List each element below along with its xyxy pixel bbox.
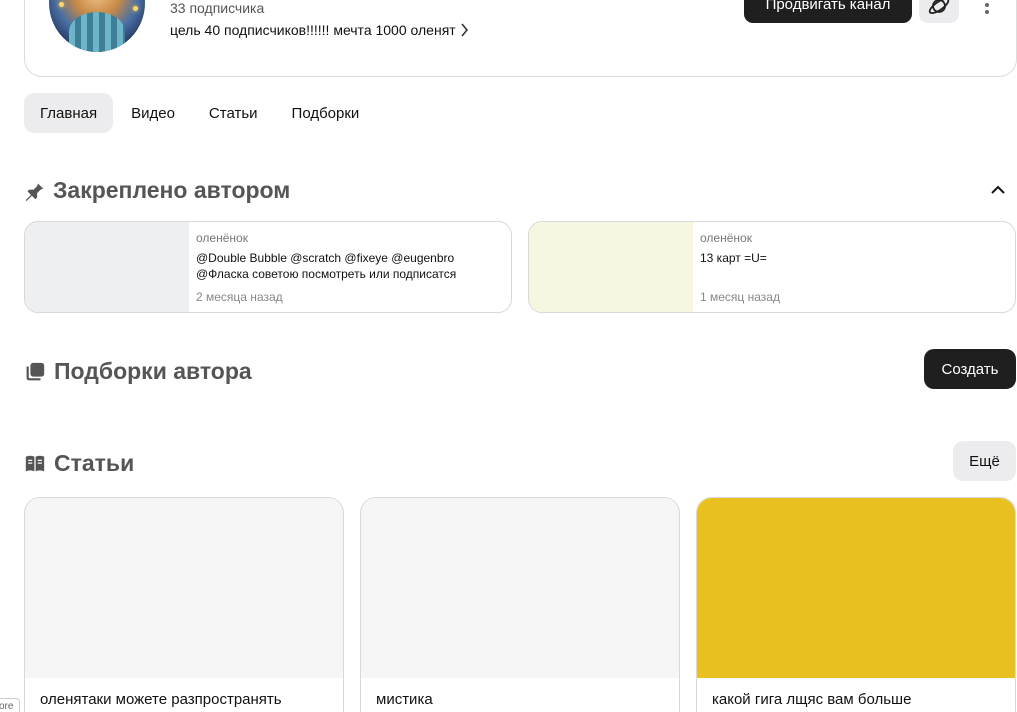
chevron-up-icon[interactable] (988, 180, 1008, 200)
pinned-section-title: Закреплено автором (24, 177, 290, 204)
tab-articles[interactable]: Статьи (193, 93, 274, 133)
subscriber-count: 33 подписчика (170, 0, 265, 16)
pinned-title-text: Закреплено автором (53, 177, 291, 203)
pin-icon (25, 181, 44, 201)
chevron-right-icon (461, 23, 468, 37)
article-cover (361, 498, 679, 678)
article-title: какой гига лщяс вам больше (712, 691, 912, 708)
pinned-thumbnail (25, 222, 189, 312)
articles-title-text: Статьи (54, 450, 135, 476)
pinned-text: 13 карт =U= (700, 251, 767, 265)
create-collection-button[interactable]: Создать (924, 349, 1016, 389)
collections-section-title: Подборки автора (24, 358, 252, 385)
channel-description[interactable]: цель 40 подписчиков!!!!!! мечта 1000 оле… (170, 22, 469, 38)
avatar-light (133, 6, 138, 11)
channel-description-text: цель 40 подписчиков!!!!!! мечта 1000 оле… (170, 22, 456, 38)
article-card[interactable]: мистика (360, 497, 680, 712)
tab-main[interactable]: Главная (24, 93, 114, 133)
article-card[interactable]: оленятаки можете разпространять (24, 497, 344, 712)
avatar-scarf (69, 12, 125, 52)
pinned-time: 2 месяца назад (196, 290, 283, 304)
pinned-post[interactable]: оленёнок @Double Bubble @scratch @fixeye… (24, 221, 512, 313)
planet-button[interactable] (919, 0, 959, 23)
tab-video[interactable]: Видео (115, 93, 191, 133)
article-cover (697, 498, 1015, 678)
article-title: оленятаки можете разпространять (40, 691, 282, 708)
article-title: мистика (376, 691, 433, 708)
more-dot-icon (985, 10, 989, 14)
corner-tab[interactable]: ore (0, 698, 20, 712)
tab-collections[interactable]: Подборки (276, 93, 376, 133)
pinned-thumbnail (529, 222, 693, 312)
article-card[interactable]: какой гига лщяс вам больше (696, 497, 1016, 712)
pinned-author: оленёнок (700, 231, 752, 245)
collections-icon (26, 362, 45, 380)
avatar-light (59, 2, 64, 7)
pinned-time: 1 месяц назад (700, 290, 780, 304)
more-articles-button[interactable]: Ещё (953, 441, 1016, 481)
pinned-author: оленёнок (196, 231, 248, 245)
article-cover (25, 498, 343, 678)
channel-tabs: Главная Видео Статьи Подборки (24, 93, 375, 133)
book-icon (25, 455, 45, 471)
pinned-text: @Double Bubble @scratch @fixeye @eugenbr… (196, 251, 457, 281)
collections-title-text: Подборки автора (54, 358, 252, 384)
planet-icon (928, 0, 950, 14)
more-options-button[interactable] (976, 0, 998, 20)
more-dot-icon (985, 3, 989, 7)
promote-channel-button[interactable]: Продвигать канал (744, 0, 912, 23)
articles-section-title: Статьи (24, 450, 134, 477)
pinned-post[interactable]: оленёнок 13 карт =U= 1 месяц назад (528, 221, 1016, 313)
